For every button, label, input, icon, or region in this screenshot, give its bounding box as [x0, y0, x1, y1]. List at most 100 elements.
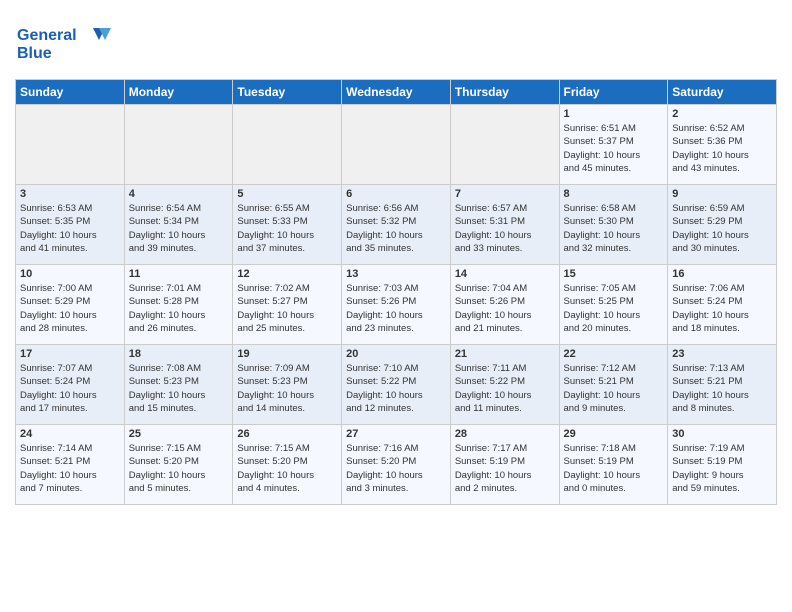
day-info-text: Sunrise: 7:09 AM Sunset: 5:23 PM Dayligh…: [237, 362, 337, 415]
day-number: 12: [237, 268, 337, 280]
day-number: 4: [129, 188, 229, 200]
calendar-cell: 16 Sunrise: 7:06 AM Sunset: 5:24 PM Dayli…: [668, 265, 777, 345]
calendar-cell: 26 Sunrise: 7:15 AM Sunset: 5:20 PM Dayli…: [233, 425, 342, 505]
calendar-cell: 2 Sunrise: 6:52 AM Sunset: 5:36 PM Daylig…: [668, 105, 777, 185]
calendar-cell: 8 Sunrise: 6:58 AM Sunset: 5:30 PM Daylig…: [559, 185, 668, 265]
calendar-week-row: 10Sunrise: 7:00 AM Sunset: 5:29 PM Dayli…: [16, 265, 777, 345]
day-number: 16: [672, 268, 772, 280]
day-number: 22: [564, 348, 664, 360]
day-number: 15: [564, 268, 664, 280]
day-number: 21: [455, 348, 555, 360]
day-info-text: Sunrise: 7:12 AM Sunset: 5:21 PM Dayligh…: [564, 362, 664, 415]
calendar-cell: 5 Sunrise: 6:55 AM Sunset: 5:33 PM Daylig…: [233, 185, 342, 265]
calendar-week-row: 1 Sunrise: 6:51 AM Sunset: 5:37 PM Daylig…: [16, 105, 777, 185]
day-number: 6: [346, 188, 446, 200]
calendar-cell: 20 Sunrise: 7:10 AM Sunset: 5:22 PM Dayli…: [342, 345, 451, 425]
day-number: 7: [455, 188, 555, 200]
day-number: 17: [20, 348, 120, 360]
calendar-cell: [342, 105, 451, 185]
page-header: General Blue: [15, 14, 777, 73]
calendar-cell: 23Sunrise: 7:13 AM Sunset: 5:21 PM Dayli…: [668, 345, 777, 425]
day-info-text: Sunrise: 7:13 AM Sunset: 5:21 PM Dayligh…: [672, 362, 772, 415]
day-info-text: Sunrise: 7:02 AM Sunset: 5:27 PM Dayligh…: [237, 282, 337, 335]
day-number: 28: [455, 428, 555, 440]
day-info-text: Sunrise: 7:07 AM Sunset: 5:24 PM Dayligh…: [20, 362, 120, 415]
calendar-cell: 3 Sunrise: 6:53 AM Sunset: 5:35 PM Daylig…: [16, 185, 125, 265]
day-number: 8: [564, 188, 664, 200]
day-info-text: Sunrise: 6:57 AM Sunset: 5:31 PM Dayligh…: [455, 202, 555, 255]
day-number: 9: [672, 188, 772, 200]
day-info-text: Sunrise: 7:01 AM Sunset: 5:28 PM Dayligh…: [129, 282, 229, 335]
calendar-cell: 13 Sunrise: 7:03 AM Sunset: 5:26 PM Dayli…: [342, 265, 451, 345]
weekday-header-tuesday: Tuesday: [233, 80, 342, 105]
day-info-text: Sunrise: 6:55 AM Sunset: 5:33 PM Dayligh…: [237, 202, 337, 255]
day-number: 29: [564, 428, 664, 440]
calendar-cell: 21 Sunrise: 7:11 AM Sunset: 5:22 PM Dayli…: [450, 345, 559, 425]
day-info-text: Sunrise: 6:53 AM Sunset: 5:35 PM Dayligh…: [20, 202, 120, 255]
weekday-header-row: SundayMondayTuesdayWednesdayThursdayFrid…: [16, 80, 777, 105]
calendar-cell: 28 Sunrise: 7:17 AM Sunset: 5:19 PM Dayli…: [450, 425, 559, 505]
day-info-text: Sunrise: 6:51 AM Sunset: 5:37 PM Dayligh…: [564, 122, 664, 175]
day-number: 11: [129, 268, 229, 280]
day-number: 18: [129, 348, 229, 360]
day-info-text: Sunrise: 7:15 AM Sunset: 5:20 PM Dayligh…: [129, 442, 229, 495]
day-info-text: Sunrise: 6:52 AM Sunset: 5:36 PM Dayligh…: [672, 122, 772, 175]
calendar-cell: 10Sunrise: 7:00 AM Sunset: 5:29 PM Dayli…: [16, 265, 125, 345]
day-info-text: Sunrise: 7:17 AM Sunset: 5:19 PM Dayligh…: [455, 442, 555, 495]
calendar-cell: [16, 105, 125, 185]
day-number: 2: [672, 108, 772, 120]
day-info-text: Sunrise: 7:04 AM Sunset: 5:26 PM Dayligh…: [455, 282, 555, 335]
weekday-header-wednesday: Wednesday: [342, 80, 451, 105]
calendar-cell: 24Sunrise: 7:14 AM Sunset: 5:21 PM Dayli…: [16, 425, 125, 505]
day-number: 30: [672, 428, 772, 440]
calendar-cell: 27Sunrise: 7:16 AM Sunset: 5:20 PM Dayli…: [342, 425, 451, 505]
day-info-text: Sunrise: 7:11 AM Sunset: 5:22 PM Dayligh…: [455, 362, 555, 415]
day-number: 14: [455, 268, 555, 280]
day-number: 26: [237, 428, 337, 440]
calendar-cell: 29 Sunrise: 7:18 AM Sunset: 5:19 PM Dayli…: [559, 425, 668, 505]
logo: General Blue: [15, 18, 115, 73]
calendar-cell: 4 Sunrise: 6:54 AM Sunset: 5:34 PM Daylig…: [124, 185, 233, 265]
day-number: 19: [237, 348, 337, 360]
day-info-text: Sunrise: 7:19 AM Sunset: 5:19 PM Dayligh…: [672, 442, 772, 495]
calendar-cell: 14 Sunrise: 7:04 AM Sunset: 5:26 PM Dayli…: [450, 265, 559, 345]
calendar-table: SundayMondayTuesdayWednesdayThursdayFrid…: [15, 79, 777, 505]
day-info-text: Sunrise: 7:15 AM Sunset: 5:20 PM Dayligh…: [237, 442, 337, 495]
calendar-cell: [233, 105, 342, 185]
day-number: 25: [129, 428, 229, 440]
calendar-cell: 1 Sunrise: 6:51 AM Sunset: 5:37 PM Daylig…: [559, 105, 668, 185]
day-info-text: Sunrise: 7:06 AM Sunset: 5:24 PM Dayligh…: [672, 282, 772, 335]
day-info-text: Sunrise: 6:56 AM Sunset: 5:32 PM Dayligh…: [346, 202, 446, 255]
day-info-text: Sunrise: 7:14 AM Sunset: 5:21 PM Dayligh…: [20, 442, 120, 495]
weekday-header-sunday: Sunday: [16, 80, 125, 105]
calendar-week-row: 3 Sunrise: 6:53 AM Sunset: 5:35 PM Daylig…: [16, 185, 777, 265]
weekday-header-monday: Monday: [124, 80, 233, 105]
day-info-text: Sunrise: 7:08 AM Sunset: 5:23 PM Dayligh…: [129, 362, 229, 415]
calendar-cell: [450, 105, 559, 185]
weekday-header-friday: Friday: [559, 80, 668, 105]
day-info-text: Sunrise: 7:03 AM Sunset: 5:26 PM Dayligh…: [346, 282, 446, 335]
calendar-cell: 22 Sunrise: 7:12 AM Sunset: 5:21 PM Dayli…: [559, 345, 668, 425]
day-number: 10: [20, 268, 120, 280]
weekday-header-saturday: Saturday: [668, 80, 777, 105]
calendar-week-row: 17 Sunrise: 7:07 AM Sunset: 5:24 PM Dayli…: [16, 345, 777, 425]
calendar-cell: 7 Sunrise: 6:57 AM Sunset: 5:31 PM Daylig…: [450, 185, 559, 265]
calendar-cell: 6 Sunrise: 6:56 AM Sunset: 5:32 PM Daylig…: [342, 185, 451, 265]
day-info-text: Sunrise: 6:59 AM Sunset: 5:29 PM Dayligh…: [672, 202, 772, 255]
day-number: 5: [237, 188, 337, 200]
day-number: 20: [346, 348, 446, 360]
calendar-cell: 25 Sunrise: 7:15 AM Sunset: 5:20 PM Dayli…: [124, 425, 233, 505]
weekday-header-thursday: Thursday: [450, 80, 559, 105]
day-number: 1: [564, 108, 664, 120]
svg-text:General: General: [17, 27, 77, 44]
calendar-cell: 19 Sunrise: 7:09 AM Sunset: 5:23 PM Dayli…: [233, 345, 342, 425]
day-info-text: Sunrise: 7:16 AM Sunset: 5:20 PM Dayligh…: [346, 442, 446, 495]
day-info-text: Sunrise: 6:54 AM Sunset: 5:34 PM Dayligh…: [129, 202, 229, 255]
day-number: 3: [20, 188, 120, 200]
day-number: 13: [346, 268, 446, 280]
day-info-text: Sunrise: 6:58 AM Sunset: 5:30 PM Dayligh…: [564, 202, 664, 255]
calendar-cell: 30 Sunrise: 7:19 AM Sunset: 5:19 PM Dayli…: [668, 425, 777, 505]
day-info-text: Sunrise: 7:10 AM Sunset: 5:22 PM Dayligh…: [346, 362, 446, 415]
day-info-text: Sunrise: 7:18 AM Sunset: 5:19 PM Dayligh…: [564, 442, 664, 495]
calendar-body: 1 Sunrise: 6:51 AM Sunset: 5:37 PM Daylig…: [16, 105, 777, 505]
